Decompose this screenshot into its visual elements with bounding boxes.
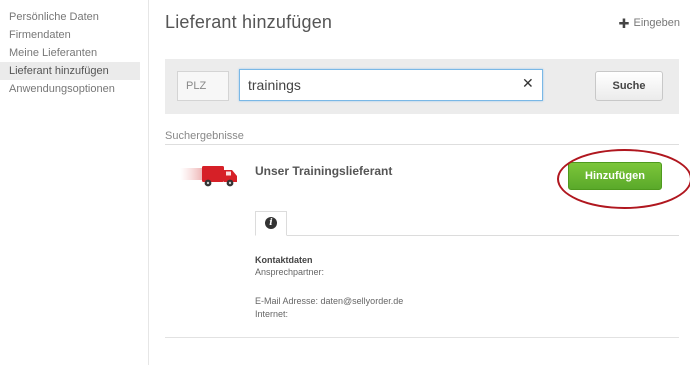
- close-icon[interactable]: ✕: [522, 76, 534, 90]
- sidebar-item-company-data[interactable]: Firmendaten: [0, 26, 140, 44]
- add-supplier-button[interactable]: Hinzufügen: [568, 162, 662, 190]
- search-bar: PLZ ✕ Suche: [165, 59, 679, 114]
- sidebar-item-my-suppliers[interactable]: Meine Lieferanten: [0, 44, 140, 62]
- sidebar-divider: [148, 0, 149, 365]
- info-icon: i: [265, 217, 277, 229]
- contact-internet: Internet:: [255, 309, 289, 319]
- plz-field[interactable]: PLZ: [177, 71, 229, 101]
- truck-icon: [180, 166, 237, 187]
- search-input[interactable]: [239, 69, 543, 101]
- sidebar-item-personal-data[interactable]: Persönliche Daten: [0, 8, 140, 26]
- results-heading: Suchergebnisse: [165, 130, 244, 142]
- divider: [165, 337, 679, 338]
- tab-info[interactable]: i: [255, 211, 287, 236]
- enter-manually-label: Eingeben: [633, 17, 681, 29]
- plus-icon: ✚: [618, 15, 630, 31]
- page-title: Lieferant hinzufügen: [165, 12, 333, 32]
- sidebar-item-add-supplier[interactable]: Lieferant hinzufügen: [0, 62, 140, 80]
- sidebar-nav: Persönliche Daten Firmendaten Meine Lief…: [0, 8, 140, 98]
- search-button[interactable]: Suche: [595, 71, 663, 101]
- contact-email: E-Mail Adresse: daten@sellyorder.de: [255, 296, 404, 306]
- divider: [165, 144, 679, 145]
- supplier-name: Unser Trainingslieferant: [255, 164, 393, 178]
- enter-manually-link[interactable]: ✚ Eingeben: [618, 15, 681, 31]
- contact-person: Ansprechpartner:: [255, 267, 325, 277]
- sidebar-item-app-options[interactable]: Anwendungsoptionen: [0, 80, 140, 98]
- contact-title: Kontaktdaten: [255, 255, 313, 265]
- tab-strip: [255, 235, 679, 236]
